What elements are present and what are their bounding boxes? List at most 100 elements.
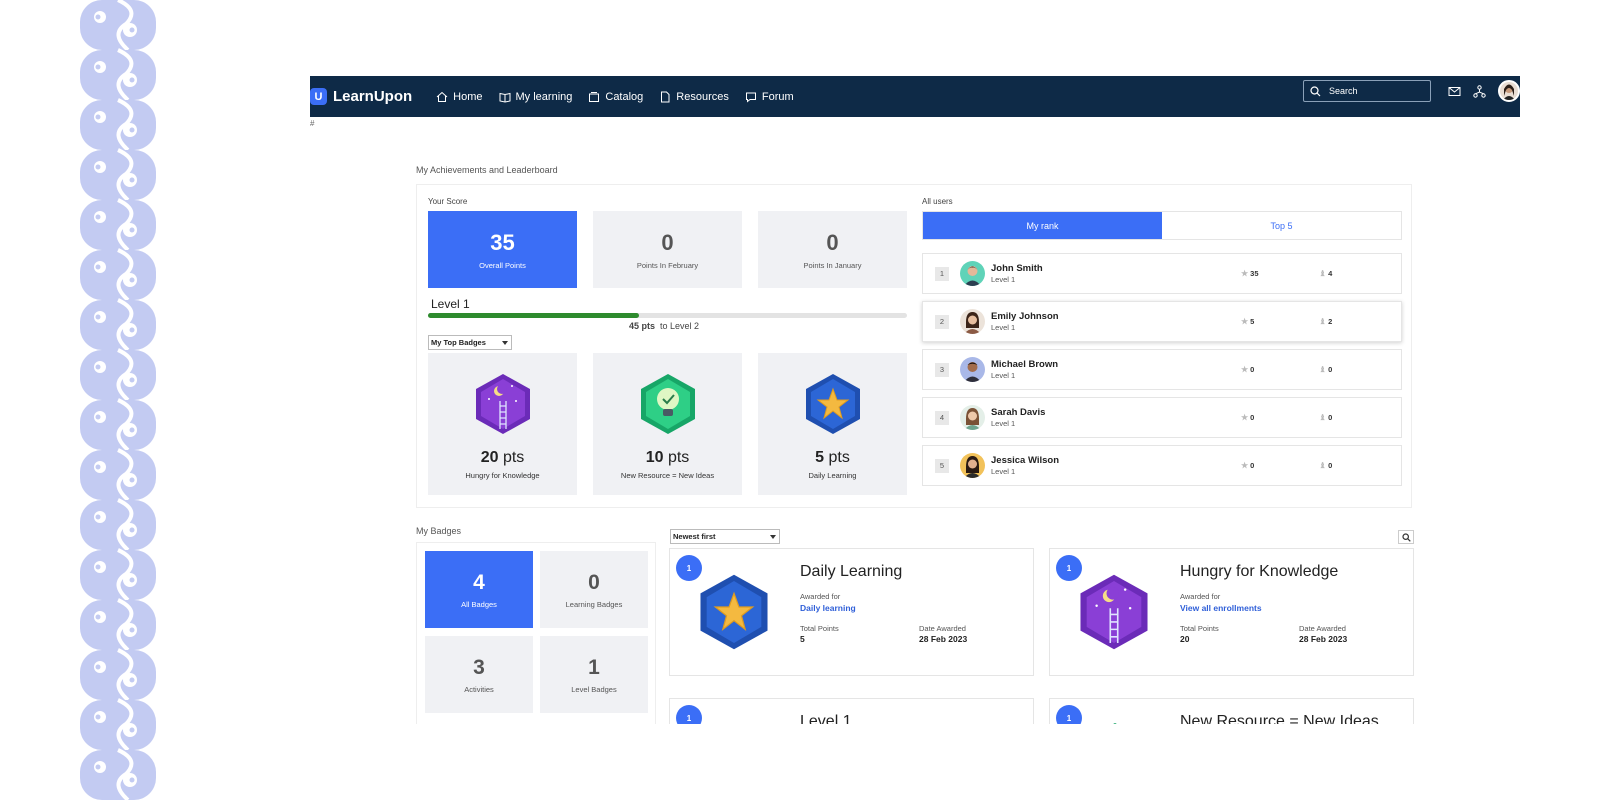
search-input[interactable]: Search	[1303, 80, 1431, 102]
total-points-value: 20	[1180, 634, 1190, 644]
star-icon: ★	[1241, 365, 1249, 374]
nav-forum[interactable]: Forum	[745, 91, 794, 103]
top-badge-card[interactable]: 20 pts Hungry for Knowledge	[428, 353, 577, 495]
badge-detail-card[interactable]: 1 Daily Learning Awarded for Daily learn…	[669, 548, 1034, 676]
user-points: ★ 35	[1241, 269, 1259, 278]
nav-resources-label: Resources	[676, 90, 729, 103]
nav-catalog[interactable]: Catalog	[588, 91, 643, 103]
count-label: Activities	[464, 684, 494, 694]
nav-resources[interactable]: Resources	[659, 91, 729, 103]
next-level-label: to Level 2	[660, 321, 700, 331]
rank-badge: 3	[935, 362, 949, 377]
trophy-icon: ♝	[1319, 461, 1327, 470]
rank-badge: 5	[935, 458, 949, 473]
score-label: Points In January	[803, 260, 862, 270]
nav-forum-label: Forum	[761, 90, 794, 103]
breadcrumb[interactable]: #	[310, 119, 314, 128]
mail-icon[interactable]	[1448, 85, 1461, 98]
badge-search-button[interactable]	[1398, 530, 1414, 544]
filter-activities[interactable]: 3 Activities	[425, 636, 533, 713]
user-points: ★ 0	[1241, 461, 1255, 470]
lightbulb-badge-icon	[1113, 723, 1117, 724]
main-nav: Home My learning Catalog Resources Forum	[436, 90, 794, 103]
top-badges-dropdown[interactable]: My Top Badges	[428, 335, 512, 350]
home-icon	[436, 91, 448, 102]
trophy-icon: ♝	[1319, 413, 1327, 422]
user-badges: ♝ 0	[1319, 365, 1333, 374]
app-window: U LearnUpon Home My learning Catalog Res…	[310, 76, 1520, 724]
lightbulb-badge-icon	[640, 374, 695, 434]
badge-detail-card[interactable]: 1 Hungry for Knowledge Awarded for View …	[1049, 548, 1414, 676]
nav-my-learning[interactable]: My learning	[499, 90, 573, 103]
badge-name: Hungry for Knowledge	[465, 471, 540, 480]
top-badge-card[interactable]: 5 pts Daily Learning	[758, 353, 907, 495]
moon-ladder-badge-icon	[475, 374, 530, 434]
star-icon: ★	[1241, 269, 1249, 278]
badge-title: Level 1	[800, 713, 852, 724]
leaderboard-row[interactable]: 4 Sarah Davis Level 1 ★ 0 ♝ 0	[922, 397, 1402, 438]
user-level: Level 1	[991, 371, 1016, 380]
top-badge-card[interactable]: 10 pts New Resource = New Ideas	[593, 353, 742, 495]
tab-my-rank[interactable]: My rank	[923, 212, 1162, 239]
leaderboard-tabs: My rank Top 5	[922, 211, 1402, 240]
awarded-for-label: Awarded for	[1180, 592, 1221, 601]
badge-points: 5 pts	[815, 449, 850, 466]
trophy-icon: ♝	[1319, 269, 1327, 278]
nav-home[interactable]: Home	[436, 91, 483, 103]
avatar	[960, 453, 985, 478]
decorative-pattern	[80, 0, 156, 800]
leaderboard-row[interactable]: 2 Emily Johnson Level 1 ★ 5 ♝ 2	[922, 301, 1402, 342]
dropdown-label: My Top Badges	[431, 338, 486, 347]
avatar	[960, 309, 985, 334]
leaderboard-row[interactable]: 5 Jessica Wilson Level 1 ★ 0 ♝ 0	[922, 445, 1402, 486]
user-name: Michael Brown	[991, 359, 1059, 370]
trophy-icon: ♝	[1319, 365, 1327, 374]
badge-detail-card[interactable]: 1 Level 1	[669, 698, 1034, 724]
your-score-label: Your Score	[428, 197, 468, 206]
count-value: 3	[473, 655, 485, 679]
rank-badge: 1	[935, 266, 949, 281]
search-icon	[1401, 532, 1411, 542]
badge-title: Daily Learning	[800, 563, 903, 580]
filter-learning-badges[interactable]: 0 Learning Badges	[540, 551, 648, 628]
score-overall: 35 Overall Points	[428, 211, 577, 288]
top-navbar: U LearnUpon Home My learning Catalog Res…	[310, 76, 1520, 117]
awarded-for-link[interactable]: View all enrollments	[1180, 603, 1262, 613]
user-badges: ♝ 0	[1319, 461, 1333, 470]
user-points: ★ 5	[1241, 317, 1255, 326]
user-badges: ♝ 2	[1319, 317, 1333, 326]
badge-detail-card[interactable]: 1 New Resource = New Ideas	[1049, 698, 1414, 724]
user-name: John Smith	[991, 263, 1043, 274]
hierarchy-icon[interactable]	[1473, 85, 1486, 98]
user-avatar[interactable]	[1498, 80, 1520, 102]
chevron-down-icon	[770, 535, 776, 539]
badge-name: New Resource = New Ideas	[620, 471, 715, 480]
leaderboard-row[interactable]: 3 Michael Brown Level 1 ★ 0 ♝ 0	[922, 349, 1402, 390]
level-progress-fill	[428, 313, 639, 318]
awarded-for-label: Awarded for	[800, 592, 841, 601]
book-icon	[499, 92, 511, 103]
logo[interactable]: U LearnUpon	[310, 88, 412, 105]
level-progress-bar	[428, 313, 907, 318]
user-name: Emily Johnson	[991, 311, 1059, 322]
sort-label: Newest first	[673, 532, 716, 541]
badge-count: 1	[676, 705, 702, 724]
rank-badge: 4	[935, 410, 949, 425]
awarded-for-link[interactable]: Daily learning	[800, 603, 856, 613]
badge-count: 1	[1056, 705, 1082, 724]
filter-level-badges[interactable]: 1 Level Badges	[540, 636, 648, 713]
leaderboard-row[interactable]: 1 John Smith Level 1 ★ 35 ♝ 4	[922, 253, 1402, 294]
user-points: ★ 0	[1241, 413, 1255, 422]
count-label: All Badges	[461, 599, 497, 609]
filter-all-badges[interactable]: 4 All Badges	[425, 551, 533, 628]
sort-dropdown[interactable]: Newest first	[670, 529, 780, 544]
leaderboard-scope-label: All users	[922, 197, 953, 206]
tab-top-5[interactable]: Top 5	[1162, 212, 1401, 239]
total-points-label: Total Points	[1180, 624, 1219, 633]
date-awarded-label: Date Awarded	[919, 624, 966, 633]
nav-my-learning-label: My learning	[515, 90, 573, 103]
score-value: 0	[661, 229, 674, 255]
level-title: Level 1	[431, 297, 470, 311]
user-name: Sarah Davis	[991, 407, 1046, 418]
score-value: 0	[826, 229, 839, 255]
